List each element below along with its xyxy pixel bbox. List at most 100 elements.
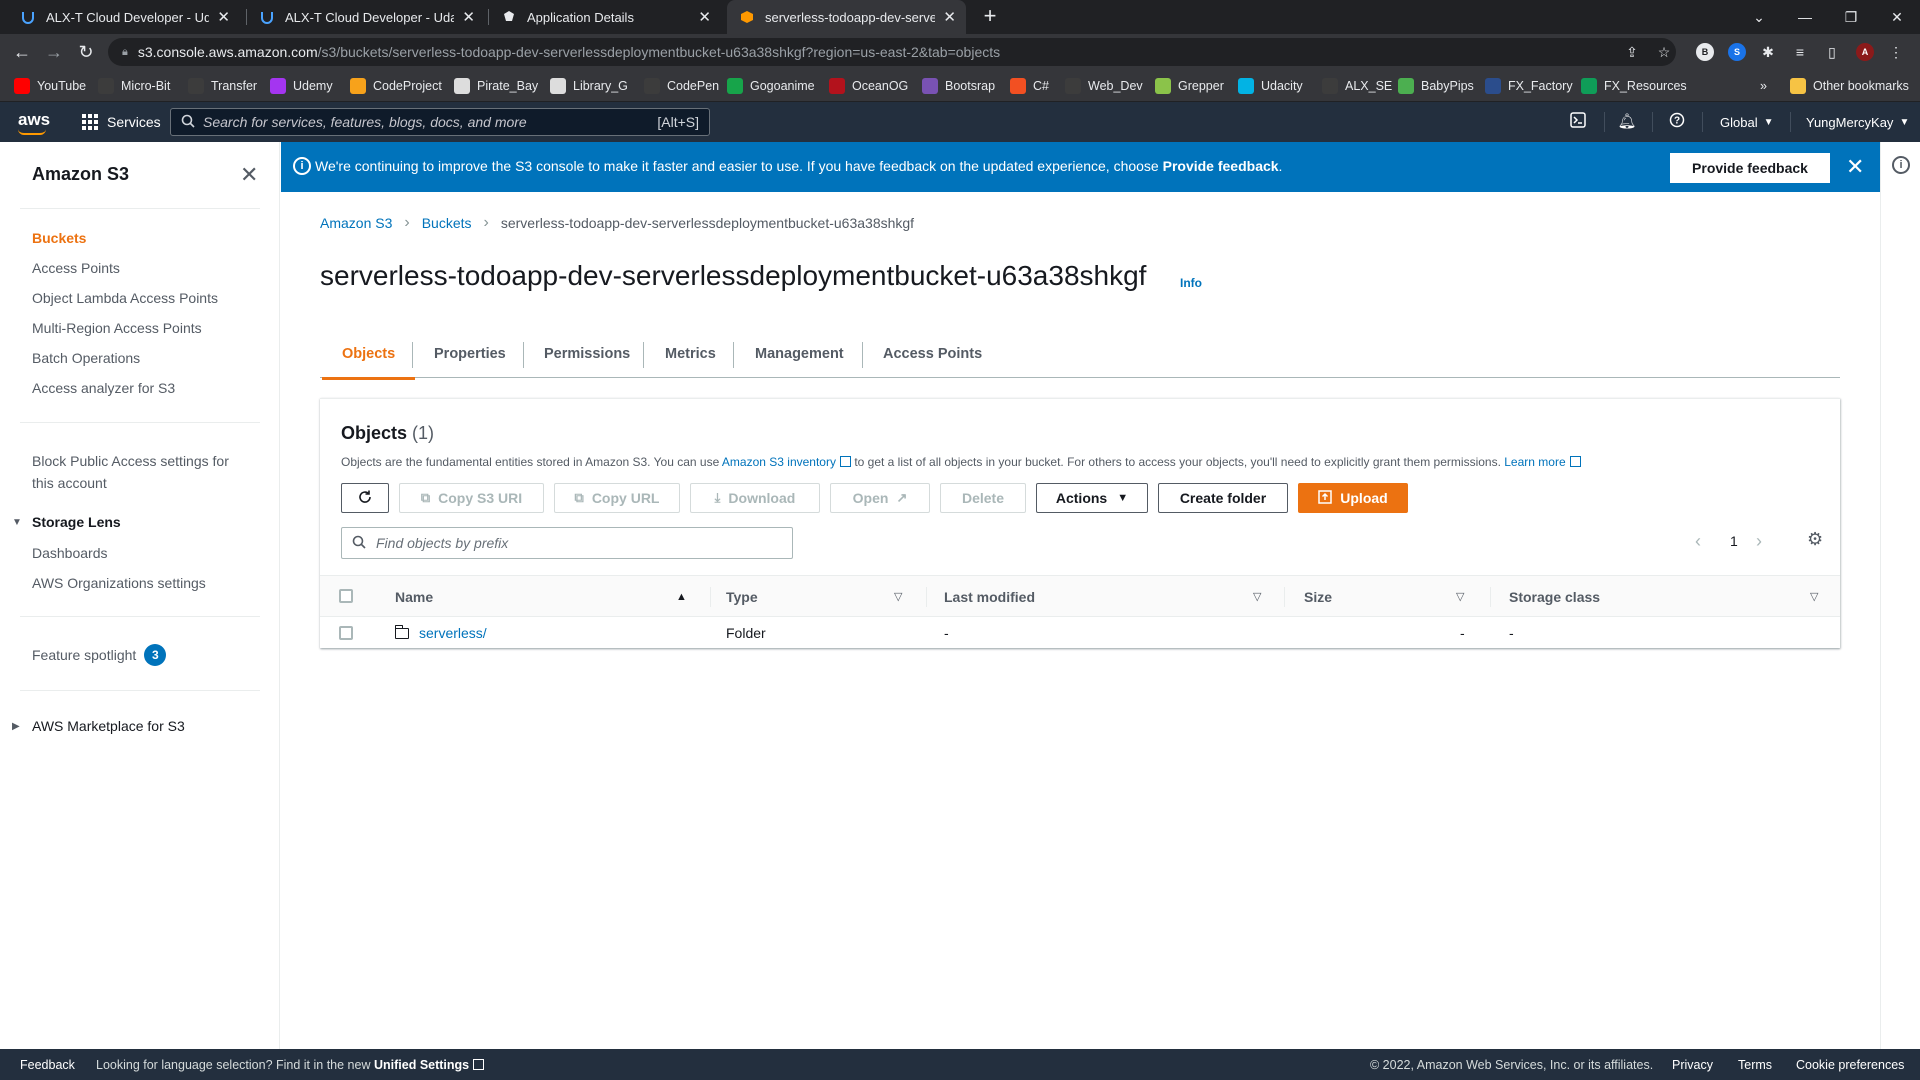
- extension-icon[interactable]: S: [1728, 43, 1746, 61]
- new-tab-button[interactable]: +: [976, 4, 1004, 30]
- table-row[interactable]: serverless/ Folder - - -: [320, 617, 1840, 649]
- tab-access-points[interactable]: Access Points: [883, 330, 982, 378]
- bookmark-library-g[interactable]: Library_G: [550, 77, 628, 95]
- footer-terms-link[interactable]: Terms: [1738, 1049, 1772, 1080]
- sidebar-item-feature-spotlight[interactable]: Feature spotlight 3: [32, 644, 167, 666]
- side-panel-icon[interactable]: ▯: [1820, 40, 1844, 64]
- tab-search-icon[interactable]: ⌄: [1736, 0, 1782, 34]
- sidebar-item-access-points[interactable]: Access Points: [32, 260, 120, 276]
- bookmark-micro-bit[interactable]: Micro-Bit: [98, 77, 170, 95]
- menu-icon[interactable]: ⋮: [1884, 40, 1908, 64]
- column-header-storage-class[interactable]: Storage class: [1509, 576, 1600, 618]
- bookmark-oceanog[interactable]: OceanOG: [829, 77, 908, 95]
- select-all-checkbox[interactable]: [339, 589, 353, 603]
- browser-tab-active[interactable]: serverless-todoapp-dev-serverle ✕: [727, 0, 966, 34]
- bookmark-bootsrap[interactable]: Bootsrap: [922, 77, 995, 95]
- bookmark-pirate-bay[interactable]: Pirate_Bay: [454, 77, 538, 95]
- info-icon[interactable]: i: [1892, 156, 1910, 174]
- copy-url-button[interactable]: ⧉ Copy URL: [554, 483, 680, 513]
- object-name[interactable]: serverless/: [419, 625, 487, 641]
- bookmark-codepen[interactable]: CodePen: [644, 77, 719, 95]
- find-objects-input[interactable]: [376, 535, 776, 551]
- bell-icon[interactable]: 🔔︎: [1617, 112, 1637, 132]
- bookmark-youtube[interactable]: YouTube: [14, 77, 86, 95]
- cloudshell-icon[interactable]: [1568, 112, 1588, 132]
- sidebar-section-marketplace[interactable]: ▶ AWS Marketplace for S3: [12, 718, 185, 734]
- region-selector[interactable]: Global ▼: [1720, 102, 1773, 142]
- download-button[interactable]: ⤓ Download: [690, 483, 820, 513]
- find-objects-field[interactable]: [341, 527, 793, 559]
- sidebar-item-organizations-settings[interactable]: AWS Organizations settings: [32, 575, 206, 591]
- profile-icon[interactable]: A: [1856, 43, 1874, 61]
- row-checkbox[interactable]: [339, 626, 353, 640]
- bookmark-fx-factory[interactable]: FX_Factory: [1485, 77, 1573, 95]
- chevron-left-icon[interactable]: ‹: [1695, 529, 1701, 553]
- close-icon[interactable]: ✕: [698, 8, 711, 26]
- profile-avatar[interactable]: B: [1696, 43, 1714, 61]
- bookmark-grepper[interactable]: Grepper: [1155, 77, 1224, 95]
- object-name-link[interactable]: serverless/: [394, 617, 487, 649]
- breadcrumb-buckets[interactable]: Buckets: [422, 215, 472, 231]
- sidebar-section-storage-lens[interactable]: ▼ Storage Lens: [12, 514, 121, 530]
- close-icon[interactable]: ✕: [217, 8, 230, 26]
- sidebar-item-block-public-access[interactable]: Block Public Access settings for this ac…: [32, 450, 252, 494]
- tab-metrics[interactable]: Metrics: [665, 330, 716, 378]
- minimize-icon[interactable]: —: [1782, 0, 1828, 34]
- services-menu[interactable]: Services: [82, 102, 161, 142]
- reload-icon[interactable]: ↻: [74, 40, 98, 64]
- window-close-icon[interactable]: ✕: [1874, 0, 1920, 34]
- page-number[interactable]: 1: [1730, 529, 1738, 553]
- close-icon[interactable]: ✕: [943, 8, 956, 26]
- sort-icon[interactable]: ▽: [1810, 576, 1818, 618]
- tab-permissions[interactable]: Permissions: [544, 330, 630, 378]
- media-icon[interactable]: ≡: [1788, 40, 1812, 64]
- bookmark-fx-resources[interactable]: FX_Resources: [1581, 77, 1687, 95]
- close-icon[interactable]: ✕: [240, 162, 258, 188]
- bookmark-babypips[interactable]: BabyPips: [1398, 77, 1474, 95]
- inventory-link[interactable]: Amazon S3 inventory: [722, 455, 836, 469]
- bookmark-star-icon[interactable]: ☆: [1652, 40, 1676, 64]
- tab-properties[interactable]: Properties: [434, 330, 506, 378]
- chevron-right-icon[interactable]: ›: [1756, 529, 1762, 553]
- footer-cookie-preferences-link[interactable]: Cookie preferences: [1796, 1049, 1904, 1080]
- info-link[interactable]: Info: [1180, 276, 1202, 290]
- sidebar-item-multi-region[interactable]: Multi-Region Access Points: [32, 320, 202, 336]
- browser-tab[interactable]: ALX-T Cloud Developer - Udacity ✕: [8, 0, 240, 34]
- column-header-last-modified[interactable]: Last modified: [944, 576, 1035, 618]
- learn-more-link[interactable]: Learn more: [1504, 455, 1565, 469]
- bookmark-transfer[interactable]: Transfer: [188, 77, 257, 95]
- bookmark-c-[interactable]: C#: [1010, 77, 1049, 95]
- create-folder-button[interactable]: Create folder: [1158, 483, 1288, 513]
- aws-search-input[interactable]: Search for services, features, blogs, do…: [170, 108, 710, 136]
- column-header-name[interactable]: Name: [395, 576, 433, 618]
- bookmark-web-dev[interactable]: Web_Dev: [1065, 77, 1143, 95]
- column-header-size[interactable]: Size: [1304, 576, 1332, 618]
- share-icon[interactable]: ⇪: [1620, 40, 1644, 64]
- help-icon[interactable]: ?: [1667, 112, 1687, 132]
- actions-dropdown[interactable]: Actions ▼: [1036, 483, 1148, 513]
- bookmarks-overflow-icon[interactable]: »: [1760, 77, 1767, 95]
- sidebar-item-access-analyzer[interactable]: Access analyzer for S3: [32, 380, 175, 396]
- forward-icon[interactable]: →: [42, 40, 66, 64]
- bookmark-codeproject[interactable]: CodeProject: [350, 77, 442, 95]
- browser-tab[interactable]: ALX-T Cloud Developer - Udacity ✕: [247, 0, 485, 34]
- sidebar-item-object-lambda[interactable]: Object Lambda Access Points: [32, 290, 218, 306]
- unified-settings-link[interactable]: Unified Settings: [374, 1058, 469, 1072]
- bookmark-udacity[interactable]: Udacity: [1238, 77, 1303, 95]
- footer-privacy-link[interactable]: Privacy: [1672, 1049, 1713, 1080]
- bookmark-gogoanime[interactable]: Gogoanime: [727, 77, 815, 95]
- close-icon[interactable]: ✕: [1846, 154, 1864, 180]
- tab-management[interactable]: Management: [755, 330, 844, 378]
- restore-icon[interactable]: ❐: [1828, 0, 1874, 34]
- open-button[interactable]: Open ↗: [830, 483, 930, 513]
- delete-button[interactable]: Delete: [940, 483, 1026, 513]
- sidebar-item-dashboards[interactable]: Dashboards: [32, 545, 108, 561]
- bookmark-udemy[interactable]: Udemy: [270, 77, 333, 95]
- browser-tab[interactable]: Application Details ✕: [489, 0, 721, 34]
- breadcrumb-amazon-s3[interactable]: Amazon S3: [320, 215, 392, 231]
- close-icon[interactable]: ✕: [462, 8, 475, 26]
- aws-logo[interactable]: aws: [18, 110, 50, 130]
- puzzle-icon[interactable]: ✱: [1756, 40, 1780, 64]
- sort-ascending-icon[interactable]: ▲: [676, 576, 687, 618]
- footer-feedback-link[interactable]: Feedback: [20, 1049, 75, 1080]
